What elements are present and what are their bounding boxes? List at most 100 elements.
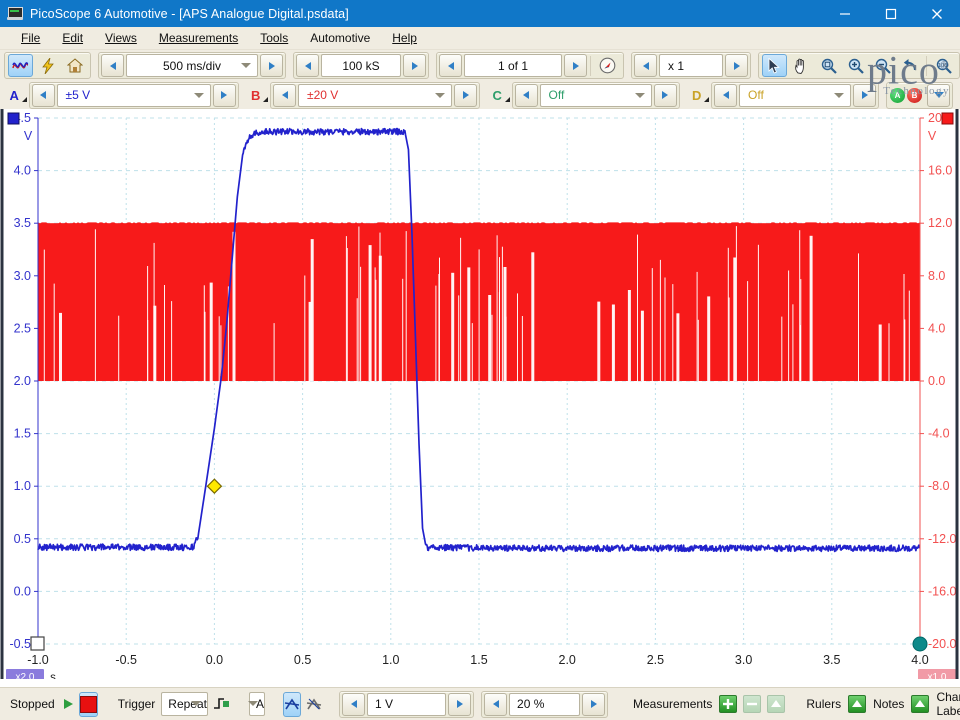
- samples-prev-button[interactable]: [296, 54, 319, 77]
- channel-d-range-combo[interactable]: Off: [739, 83, 851, 107]
- trigger-off-icon[interactable]: [305, 692, 323, 717]
- channel-c-next-button[interactable]: [653, 83, 677, 107]
- menu-item-edit[interactable]: Edit: [51, 29, 94, 47]
- channel-b-label[interactable]: B: [250, 88, 268, 103]
- maximize-button[interactable]: [868, 0, 914, 27]
- rising-edge-icon[interactable]: [212, 692, 231, 717]
- close-button[interactable]: [914, 0, 960, 27]
- trigger-level-next-button[interactable]: [448, 692, 472, 716]
- start-button[interactable]: [61, 692, 75, 717]
- trigger-level-field[interactable]: 1 V: [367, 692, 447, 716]
- menu-bar: File Edit Views Measurements Tools Autom…: [0, 27, 960, 50]
- menu-item-measurements[interactable]: Measurements: [148, 29, 249, 47]
- waveform-index-field[interactable]: 1 of 1: [464, 54, 562, 77]
- channel-c-group: Off: [511, 81, 680, 109]
- expand-measurement-icon[interactable]: [767, 695, 786, 713]
- minimize-button[interactable]: [822, 0, 868, 27]
- zoom-factor-next-button[interactable]: [725, 54, 748, 77]
- x-axis-tick-label: 3.0: [735, 653, 752, 667]
- waveform-prev-button[interactable]: [439, 54, 462, 77]
- channel-a-prev-button[interactable]: [31, 83, 55, 107]
- menu-item-views[interactable]: Views: [94, 29, 148, 47]
- scope-canvas[interactable]: 4.54.03.53.02.52.01.51.00.50.0-0.5V20.01…: [0, 109, 960, 679]
- channel-b-offset-handle[interactable]: [941, 112, 954, 125]
- trigger-percent-next-button[interactable]: [582, 692, 606, 716]
- capture-state-label: Stopped: [10, 697, 55, 711]
- chevron-down-icon: [248, 701, 259, 706]
- channel-d-prev-button[interactable]: [714, 83, 737, 107]
- hand-tool-icon[interactable]: [789, 54, 814, 77]
- channel-c-label[interactable]: C: [491, 88, 509, 103]
- timebase-group: 500 ms/div: [98, 52, 286, 79]
- right-axis-tick-label: 16.0: [928, 164, 952, 178]
- notes-label[interactable]: Notes: [869, 697, 908, 711]
- add-measurement-icon[interactable]: [719, 695, 738, 713]
- channel-a-next-button[interactable]: [212, 83, 236, 107]
- channel-d-label[interactable]: D: [691, 88, 709, 103]
- x-axis-tick-label: 0.5: [294, 653, 311, 667]
- menu-item-automotive[interactable]: Automotive: [299, 29, 381, 47]
- channel-b-range-combo[interactable]: ±20 V: [298, 83, 452, 107]
- timebase-next-button[interactable]: [260, 54, 283, 77]
- zoom-in-tool-icon[interactable]: [843, 54, 868, 77]
- channel-a-label[interactable]: A: [8, 88, 26, 103]
- waveform-next-button[interactable]: [564, 54, 587, 77]
- zoom-factor-group: x 1: [631, 52, 751, 79]
- rulers-icon[interactable]: [848, 695, 867, 713]
- zoom-factor-prev-button[interactable]: [634, 54, 657, 77]
- channel-a-range-combo[interactable]: ±5 V: [56, 83, 211, 107]
- chevron-down-icon: [241, 63, 251, 68]
- zoom-window-tool-icon[interactable]: [816, 54, 841, 77]
- home-icon[interactable]: [62, 54, 87, 77]
- trigger-source-combo[interactable]: A: [248, 692, 266, 716]
- timebase-prev-button[interactable]: [101, 54, 124, 77]
- channel-b-next-button[interactable]: [454, 83, 477, 107]
- x-axis-tick-label: 4.0: [911, 653, 928, 667]
- channel-b-prev-button[interactable]: [273, 83, 296, 107]
- menu-item-file[interactable]: File: [10, 29, 51, 47]
- x-axis-tick-label: 3.5: [823, 653, 840, 667]
- lightning-icon[interactable]: [35, 54, 60, 77]
- trigger-on-icon[interactable]: [283, 691, 302, 717]
- channel-labels-label[interactable]: Channel Labels: [932, 690, 960, 718]
- x-axis-tick-label: 0.0: [206, 653, 223, 667]
- channel-b-trace[interactable]: [37, 222, 921, 381]
- window-title: PicoScope 6 Automotive - [APS Analogue D…: [30, 6, 349, 21]
- left-axis-tick-label: 3.0: [14, 269, 31, 283]
- samples-next-button[interactable]: [403, 54, 426, 77]
- left-axis-tick-label: 2.5: [14, 321, 31, 335]
- samples-field[interactable]: 100 kS: [321, 54, 401, 77]
- left-axis-tick-label: 4.0: [14, 164, 31, 178]
- left-axis-unit-label: V: [24, 129, 33, 143]
- pointer-tool-icon[interactable]: [762, 54, 787, 77]
- menu-item-help[interactable]: Help: [381, 29, 428, 47]
- trigger-percent-prev-button[interactable]: [484, 692, 508, 716]
- chevron-down-icon: [634, 92, 645, 98]
- timebase-combo[interactable]: 500 ms/div: [126, 54, 258, 77]
- chevron-down-icon: [834, 92, 844, 98]
- channel-c-range-combo[interactable]: Off: [539, 83, 652, 107]
- waveform-icon[interactable]: [8, 54, 33, 77]
- right-axis-tick-label: 4.0: [928, 321, 945, 335]
- notes-icon[interactable]: [911, 695, 930, 713]
- trigger-mode-combo[interactable]: Repeat: [161, 692, 208, 716]
- zoom-factor-field[interactable]: x 1: [659, 54, 723, 77]
- remove-measurement-icon[interactable]: [743, 695, 762, 713]
- measurements-label: Measurements: [633, 697, 713, 711]
- compass-icon[interactable]: [595, 54, 620, 77]
- trigger-level-prev-button[interactable]: [342, 692, 366, 716]
- scope-view[interactable]: 4.5 4.0 3.5 3.0 2.5 2.0 1.5 1.0 0.5 0.0 -0.5 V 20.0 1…: [0, 109, 960, 687]
- right-axis-tick-label: -8.0: [928, 479, 950, 493]
- pre-trigger-handle[interactable]: [30, 636, 45, 651]
- menu-item-tools[interactable]: Tools: [249, 29, 299, 47]
- post-trigger-handle[interactable]: [912, 636, 928, 652]
- rulers-label[interactable]: Rulers: [802, 697, 845, 711]
- right-axis-tick-label: 0.0: [928, 374, 945, 388]
- channel-a-offset-handle[interactable]: [7, 112, 20, 125]
- zoom-y-badge-label: x1.0: [928, 672, 947, 679]
- stop-button[interactable]: [78, 691, 98, 717]
- chevron-down-icon: [191, 701, 201, 706]
- left-axis-tick-label: 0.5: [14, 532, 31, 546]
- channel-c-prev-button[interactable]: [514, 83, 538, 107]
- trigger-percent-field[interactable]: 20 %: [509, 692, 581, 716]
